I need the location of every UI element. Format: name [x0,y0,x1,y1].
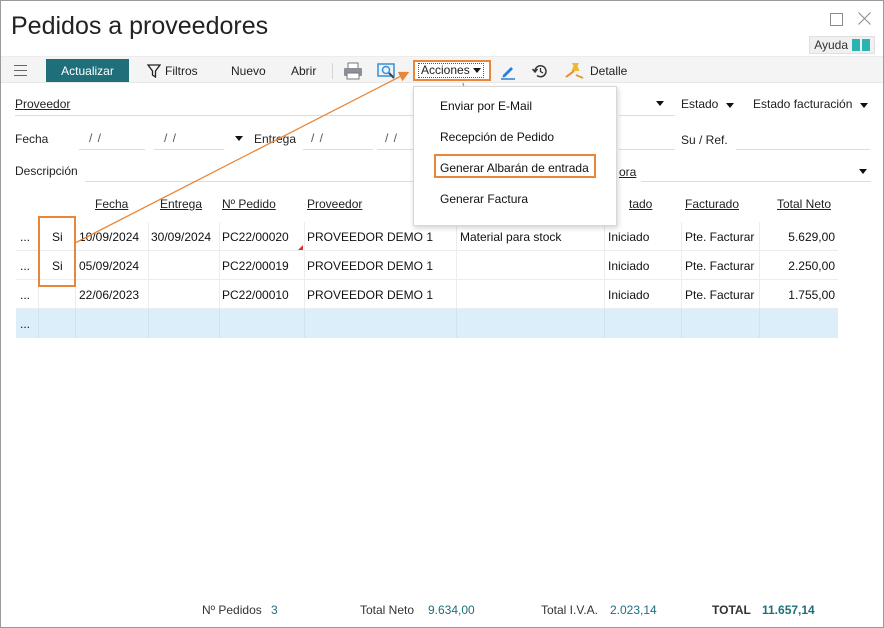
app-window: Pedidos a proveedores Ayuda Actualizar F… [0,0,884,628]
vat-total-label: Total I.V.A. [541,603,598,617]
orders-count-label: Nº Pedidos [202,603,262,617]
menu-item-generate-delivery-note[interactable]: Generar Albarán de entrada [440,161,589,175]
orders-count-value: 3 [271,603,278,617]
menu-item-generate-invoice[interactable]: Generar Factura [440,192,528,206]
actions-menu: Enviar por E-Mail Recepción de Pedido Ge… [413,86,617,226]
menu-item-send-email[interactable]: Enviar por E-Mail [440,99,532,113]
net-total-label: Total Neto [360,603,415,617]
menu-item-order-reception[interactable]: Recepción de Pedido [440,130,554,144]
grand-total-value: 11.657,14 [762,603,815,617]
vat-total-value: 2.023,14 [610,603,657,617]
net-total-value: 9.634,00 [428,603,475,617]
grand-total-label: TOTAL [712,603,751,617]
